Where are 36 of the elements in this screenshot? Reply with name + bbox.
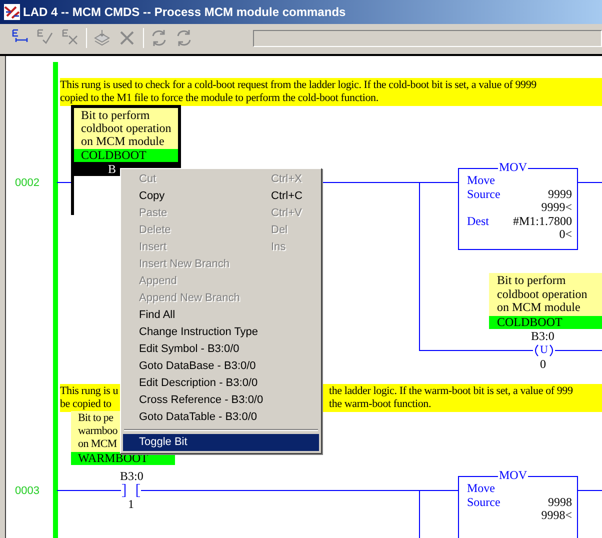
description-line: on MCM module [497, 301, 580, 314]
source-address: 9999 [548, 188, 572, 201]
rung-comment-text: copied to the M1 file to force the module to perform the cold-boot function. [60, 92, 378, 105]
description-line: Bit to pe [78, 412, 114, 425]
rung-comment-text: be copied to [60, 398, 112, 411]
description-line: Bit to perform [81, 109, 150, 122]
description-line: on MCM [78, 438, 117, 451]
window-title: LAD 4 -- MCM CMDS -- Process MCM module commands [23, 4, 346, 21]
rung-comment-text: This rung is used to check for a cold-boot request from the ladder logic. If the cold-boot bit is set, a value of 9999 [60, 79, 536, 92]
symbol-label: COLDBOOT [489, 316, 602, 328]
rung-comment-text: the warm-boot function. [329, 398, 432, 411]
source-label: Source [467, 188, 500, 201]
contact-address: B3:0 [120, 470, 144, 483]
source-address: 9998 [548, 496, 572, 509]
description-line: coldboot operation [81, 122, 172, 135]
description-line: Bit to perform [497, 274, 567, 288]
instruction-name: Move [467, 482, 496, 496]
dest-address: #M1:1.7800 [512, 214, 572, 228]
source-value: 9998< [541, 509, 572, 522]
description-line: coldboot operation [497, 288, 588, 301]
address-label: B [108, 162, 116, 176]
mov-title: MOV [498, 161, 528, 174]
source-value: 9999< [541, 201, 572, 214]
dest-value: 0< [559, 228, 572, 242]
coil-value: 0 [540, 358, 546, 371]
mov-title: MOV [498, 469, 528, 482]
dest-label: Dest [467, 214, 489, 228]
contact-value: 1 [128, 498, 134, 511]
symbol-label: COLDBOOT [74, 149, 178, 162]
rung-comment-text: the ladder logic. If the warm-boot bit is set, a value of 999 [329, 385, 573, 398]
source-label: Source [467, 496, 500, 509]
description-line: warmboo [78, 425, 118, 438]
rung-comment-text: This rung is u [60, 385, 118, 398]
coil-address: B3:0 [531, 330, 554, 343]
instruction-name: Move [467, 174, 496, 188]
description-line: on MCM module [81, 135, 164, 148]
